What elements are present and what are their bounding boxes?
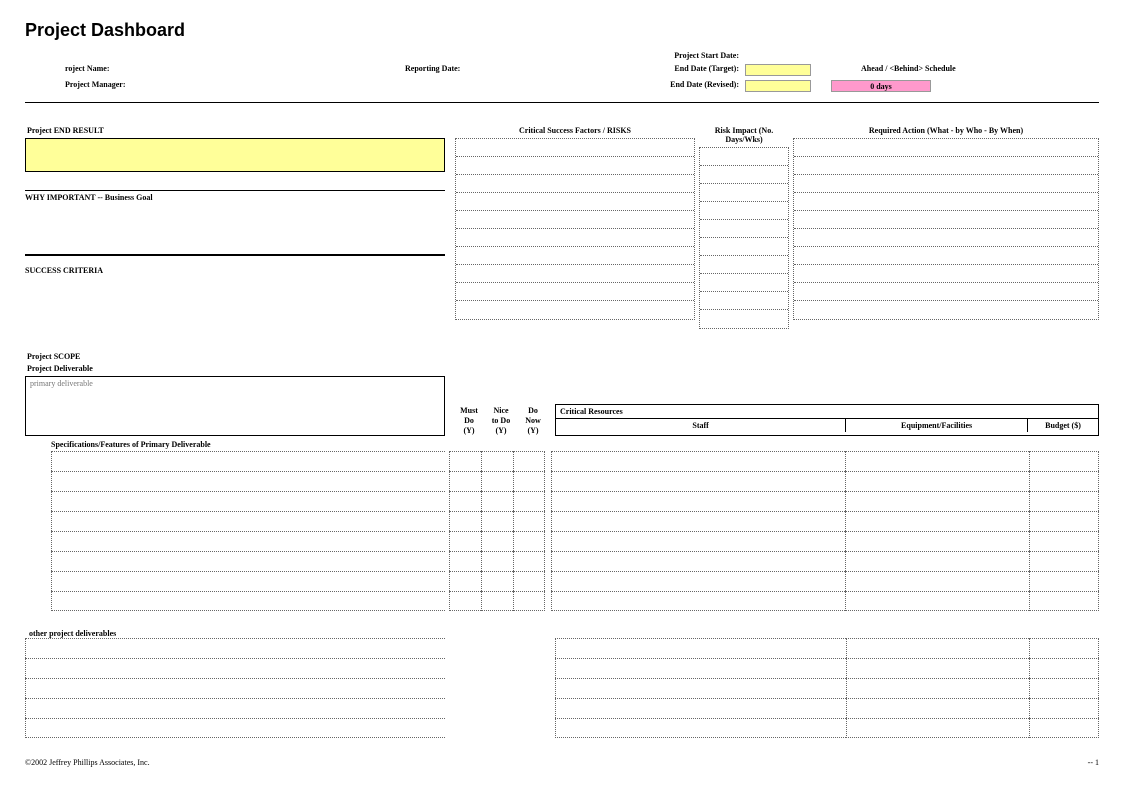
end-result-box[interactable] — [25, 138, 445, 172]
header-row-start-date: Project Start Date: — [25, 51, 1099, 60]
end-result-header: Project END RESULT — [25, 123, 445, 138]
spec-grid[interactable] — [25, 451, 1099, 611]
days-behind-value: 0 days — [831, 80, 931, 92]
header-row-2: Project Manager: End Date (Revised): 0 d… — [25, 80, 1099, 92]
csf-risks-header: Critical Success Factors / RISKS — [455, 123, 695, 138]
header-row-1: roject Name: Reporting Date: End Date (T… — [25, 64, 1099, 76]
required-action-header: Required Action (What - by Who - By When… — [793, 123, 1099, 138]
business-goal-box[interactable]: WHY IMPORTANT -- Business Goal — [25, 190, 445, 255]
spec-features-header: Specifications/Features of Primary Deliv… — [51, 440, 1099, 449]
start-date-label: Project Start Date: — [645, 51, 745, 60]
primary-deliverable-box[interactable]: primary deliverable — [25, 376, 445, 436]
success-criteria-header: SUCCESS CRITERIA — [25, 266, 445, 275]
page-title: Project Dashboard — [25, 20, 1099, 41]
end-date-target-value[interactable] — [745, 64, 811, 76]
success-criteria-box[interactable]: SUCCESS CRITERIA — [25, 255, 445, 325]
critical-resources-header: Critical Resources — [556, 405, 1098, 419]
project-manager-label: Project Manager: — [25, 80, 405, 92]
must-do-header: MustDo(Y) — [453, 406, 485, 436]
divider-line — [25, 102, 1099, 103]
footer-copyright: ©2002 Jeffrey Phillips Associates, Inc. — [25, 758, 150, 767]
project-deliverable-header: Project Deliverable — [25, 364, 1099, 376]
risk-impact-header: Risk Impact (No. Days/Wks) — [699, 123, 789, 147]
do-now-header: DoNow(Y) — [517, 406, 549, 436]
project-scope-header: Project SCOPE — [25, 349, 1099, 364]
end-date-target-label: End Date (Target): — [645, 64, 745, 76]
other-deliverables-header: other project deliverables — [29, 629, 1099, 638]
schedule-status-label: Ahead / <Behind> Schedule — [811, 64, 956, 76]
end-date-revised-value[interactable] — [745, 80, 811, 92]
project-name-label: roject Name: — [25, 64, 405, 76]
footer-page: -- 1 — [1088, 758, 1099, 767]
equipment-header: Equipment/Facilities — [846, 419, 1028, 432]
end-date-revised-label: End Date (Revised): — [645, 80, 745, 92]
mdn-headers: MustDo(Y) Niceto Do(Y) DoNow(Y) — [453, 406, 549, 436]
nice-to-do-header: Niceto Do(Y) — [485, 406, 517, 436]
risk-impact-table[interactable] — [699, 147, 789, 329]
budget-header: Budget ($) — [1028, 419, 1098, 432]
other-deliverables-grid[interactable] — [25, 638, 1099, 738]
staff-header: Staff — [556, 419, 846, 432]
reporting-date-label: Reporting Date: — [405, 64, 645, 76]
csf-risks-table[interactable] — [455, 138, 695, 320]
why-important-header: WHY IMPORTANT -- Business Goal — [25, 193, 445, 202]
required-action-table[interactable] — [793, 138, 1099, 320]
critical-resources-box: Critical Resources Staff Equipment/Facil… — [555, 404, 1099, 436]
